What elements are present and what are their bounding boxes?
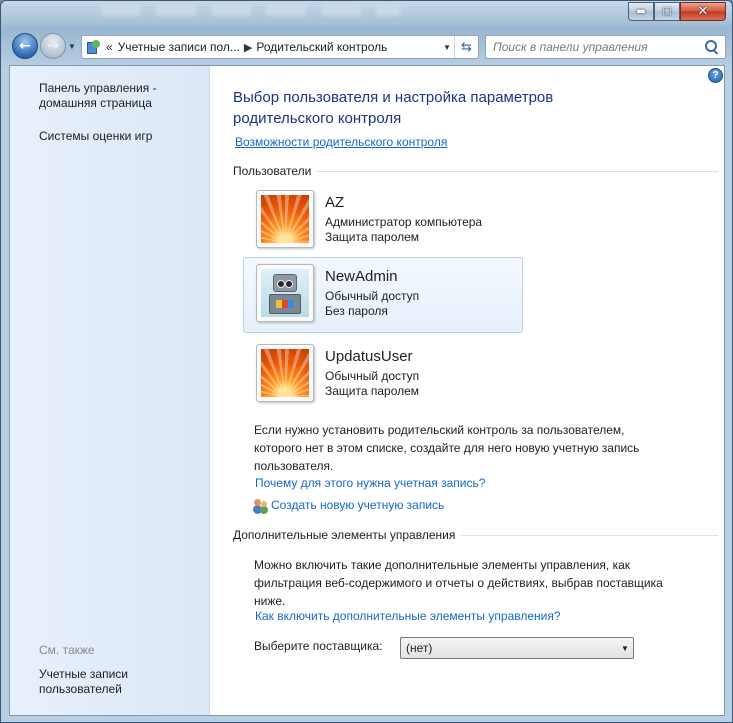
arrow-left-icon: ←	[19, 38, 31, 54]
users-section-header: Пользователи	[233, 164, 718, 178]
flower-avatar-icon	[261, 349, 309, 397]
search-input[interactable]	[493, 40, 702, 54]
sidebar-game-ratings-link[interactable]: Системы оценки игр	[39, 129, 199, 144]
user-password-status: Без пароля	[325, 304, 388, 318]
extra-controls-header-label: Дополнительные элементы управления	[233, 528, 456, 542]
user-password-status: Защита паролем	[325, 230, 420, 244]
create-account-info-text: Если нужно установить родительский контр…	[254, 423, 640, 473]
breadcrumb-user-accounts[interactable]: Учетные записи пол...	[118, 40, 240, 54]
sidebar-user-accounts-link[interactable]: Учетные записи пользователей	[39, 667, 199, 697]
title-bar[interactable]	[1, 1, 732, 25]
avatar	[256, 344, 314, 402]
extra-controls-section-header: Дополнительные элементы управления	[233, 528, 718, 542]
sidebar: Панель управления - домашняя страница Си…	[10, 66, 210, 715]
window-controls: ▬ □ ✕	[628, 2, 726, 21]
address-dropdown-icon[interactable]: ▼	[440, 43, 454, 52]
user-card-az[interactable]: AZ Администратор компьютера Защита парол…	[243, 183, 523, 259]
avatar	[256, 190, 314, 248]
maximize-icon: □	[662, 6, 672, 17]
flower-avatar-icon	[261, 195, 309, 243]
content-area: Панель управления - домашняя страница Си…	[9, 65, 725, 716]
provider-label: Выберите поставщика:	[254, 639, 383, 653]
refresh-button[interactable]: ⇆	[454, 36, 478, 58]
provider-selected-value: (нет)	[406, 641, 433, 655]
create-account-link[interactable]: Создать новую учетную запись	[271, 498, 444, 512]
help-button[interactable]: ?	[708, 68, 723, 83]
refresh-icon: ⇆	[461, 39, 472, 55]
blurred-menu-strip	[101, 6, 401, 16]
back-button[interactable]: ←	[12, 33, 38, 59]
main-panel: ? Выбор пользователя и настройка парамет…	[210, 66, 724, 715]
breadcrumb-parental-controls[interactable]: Родительский контроль	[256, 40, 387, 54]
user-card-newadmin[interactable]: NewAdmin Обычный доступ Без пароля	[243, 257, 523, 333]
user-card-updatususer[interactable]: UpdatusUser Обычный доступ Защита пароле…	[243, 337, 523, 413]
see-also-label: См. также	[39, 643, 95, 657]
robot-avatar-icon	[261, 269, 309, 317]
user-name: UpdatusUser	[325, 348, 413, 365]
why-account-needed-link[interactable]: Почему для этого нужна учетная запись?	[255, 476, 485, 490]
minimize-icon: ▬	[636, 6, 646, 17]
arrow-right-icon: →	[47, 38, 59, 54]
section-divider	[461, 534, 718, 536]
breadcrumb-separator-icon[interactable]: ▶	[244, 41, 252, 54]
breadcrumb-overflow[interactable]: «	[106, 40, 113, 54]
search-icon[interactable]	[702, 37, 722, 57]
users-header-label: Пользователи	[233, 164, 312, 178]
create-account-link-row[interactable]: Создать новую учетную запись	[253, 498, 444, 512]
sidebar-home-link[interactable]: Панель управления - домашняя страница	[39, 81, 199, 111]
control-panel-window: ▬ □ ✕ ← → ▼ « Учетные записи пол... ▶ Ро…	[0, 0, 733, 723]
control-panel-icon	[86, 39, 102, 55]
help-icon: ?	[712, 70, 719, 81]
forward-button[interactable]: →	[40, 33, 66, 59]
user-role: Обычный доступ	[325, 289, 420, 303]
user-role: Обычный доступ	[325, 369, 420, 383]
search-box[interactable]	[485, 35, 726, 59]
enable-extra-controls-link[interactable]: Как включить дополнительные элементы упр…	[255, 609, 561, 623]
close-icon: ✕	[697, 4, 709, 19]
user-name: NewAdmin	[325, 268, 398, 285]
parental-controls-features-link[interactable]: Возможности родительского контроля	[235, 135, 447, 149]
recent-pages-dropdown[interactable]: ▼	[68, 42, 76, 51]
avatar	[256, 264, 314, 322]
minimize-button[interactable]: ▬	[628, 2, 654, 21]
user-password-status: Защита паролем	[325, 384, 420, 398]
user-name: AZ	[325, 194, 345, 211]
users-icon	[253, 498, 269, 512]
extra-controls-info-text: Можно включить такие дополнительные элем…	[254, 558, 663, 608]
address-bar[interactable]: « Учетные записи пол... ▶ Родительский к…	[81, 35, 479, 59]
provider-select[interactable]: (нет) ▼	[400, 637, 634, 659]
navigation-bar: ← → ▼ « Учетные записи пол... ▶ Родитель…	[9, 31, 726, 63]
chevron-down-icon: ▼	[68, 42, 76, 51]
maximize-button[interactable]: □	[654, 2, 680, 21]
page-title: Выбор пользователя и настройка параметро…	[233, 89, 554, 127]
close-button[interactable]: ✕	[680, 2, 726, 21]
user-role: Администратор компьютера	[325, 215, 483, 229]
chevron-down-icon: ▼	[621, 643, 629, 653]
section-divider	[317, 170, 718, 172]
